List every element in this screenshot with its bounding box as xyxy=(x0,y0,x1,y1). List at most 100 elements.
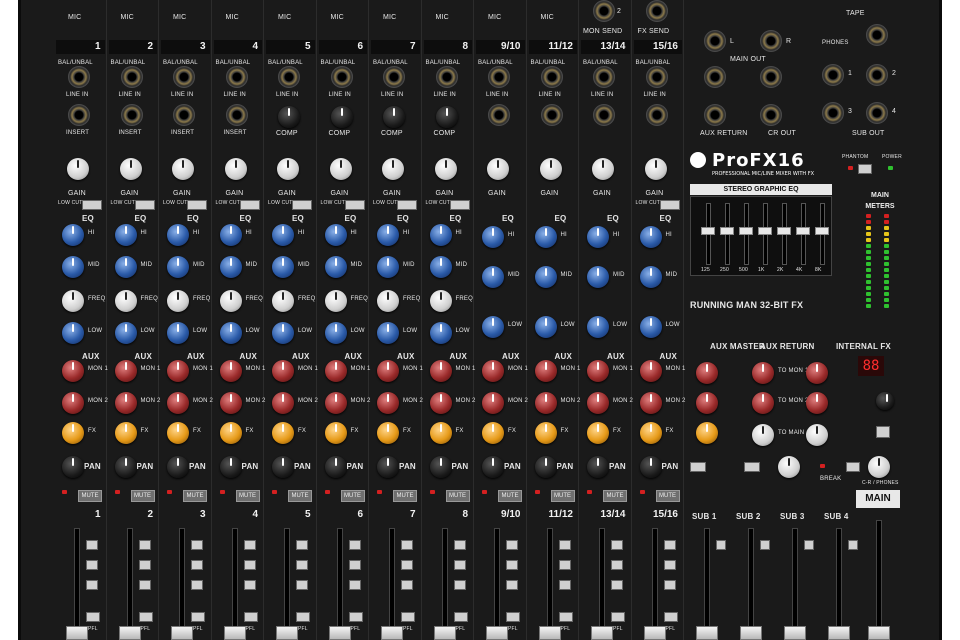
eq-hi-knob[interactable] xyxy=(272,224,294,246)
eq-mid-knob[interactable] xyxy=(62,256,84,278)
cr-out-jack[interactable] xyxy=(704,104,726,126)
low-cut-button[interactable] xyxy=(449,200,470,210)
eq-hi-knob[interactable] xyxy=(377,224,399,246)
pfl-solo-button[interactable] xyxy=(243,612,258,622)
mute-button[interactable]: MUTE xyxy=(78,490,102,502)
sub-out-jack[interactable] xyxy=(866,102,888,124)
comp-knob[interactable] xyxy=(435,106,458,128)
mon1-knob[interactable] xyxy=(324,360,347,382)
lr-assign-button[interactable] xyxy=(296,540,308,550)
pan-knob[interactable] xyxy=(482,456,504,478)
eq-freq-knob[interactable] xyxy=(324,290,347,312)
mon1-knob[interactable] xyxy=(62,360,84,382)
gain-knob[interactable] xyxy=(382,158,404,180)
mon1-knob[interactable] xyxy=(639,360,662,382)
fx-knob[interactable] xyxy=(114,422,137,444)
channel-fader[interactable] xyxy=(591,626,613,640)
sub-34-assign-button[interactable] xyxy=(453,580,466,590)
lr-assign-button[interactable] xyxy=(86,540,98,550)
mute-button[interactable]: MUTE xyxy=(130,490,155,502)
channel-fader[interactable] xyxy=(486,626,508,640)
pan-knob[interactable] xyxy=(62,456,84,478)
tape-to-main-button[interactable] xyxy=(744,462,760,472)
mon2-knob[interactable] xyxy=(219,392,242,414)
pfl-solo-button[interactable] xyxy=(296,612,310,622)
break-button[interactable] xyxy=(846,462,860,472)
pfl-solo-button[interactable] xyxy=(348,612,363,622)
mon2-knob[interactable] xyxy=(534,392,557,414)
lr-assign-button[interactable] xyxy=(453,540,466,550)
line-in-right-jack[interactable] xyxy=(593,104,615,126)
pan-knob[interactable] xyxy=(639,456,662,478)
gain-knob[interactable] xyxy=(67,158,89,180)
eq-hi-knob[interactable] xyxy=(639,226,662,248)
eq-hi-knob[interactable] xyxy=(482,226,504,248)
pan-knob[interactable] xyxy=(272,456,294,478)
mute-button[interactable]: MUTE xyxy=(550,490,575,502)
low-cut-button[interactable] xyxy=(292,200,312,210)
eq-hi-knob[interactable] xyxy=(114,224,137,246)
gain-knob[interactable] xyxy=(329,158,352,180)
pan-knob[interactable] xyxy=(219,456,242,478)
fx-knob[interactable] xyxy=(639,422,662,444)
line-in-jack[interactable] xyxy=(173,66,195,88)
pan-knob[interactable] xyxy=(377,456,399,478)
fx-to-main-knob[interactable] xyxy=(806,424,828,446)
pan-knob[interactable] xyxy=(167,456,189,478)
lr-assign-button[interactable] xyxy=(401,540,413,550)
sub-34-assign-button[interactable] xyxy=(663,580,676,590)
mon2-knob[interactable] xyxy=(324,392,347,414)
line-in-jack[interactable] xyxy=(278,66,300,88)
mon1-knob[interactable] xyxy=(167,360,189,382)
eq-mid-knob[interactable] xyxy=(167,256,189,278)
eq-hi-knob[interactable] xyxy=(167,224,189,246)
gain-knob[interactable] xyxy=(172,158,194,180)
eq-low-knob[interactable] xyxy=(587,316,609,338)
mute-button[interactable]: MUTE xyxy=(445,490,470,502)
eq-hi-knob[interactable] xyxy=(324,224,347,246)
eq-low-knob[interactable] xyxy=(534,316,557,338)
insert-jack[interactable] xyxy=(173,104,195,126)
sub-34-assign-button[interactable] xyxy=(611,580,623,590)
sub-out-jack[interactable] xyxy=(822,102,844,124)
line-in-jack[interactable] xyxy=(645,66,668,88)
fx-knob[interactable] xyxy=(377,422,399,444)
fx-knob[interactable] xyxy=(324,422,347,444)
aux-master-fx-knob[interactable] xyxy=(696,422,718,444)
mute-button[interactable]: MUTE xyxy=(288,490,312,502)
sub-12-assign-button[interactable] xyxy=(401,560,413,570)
mon2-knob[interactable] xyxy=(587,392,609,414)
sub-out-jack[interactable] xyxy=(866,64,888,86)
lr-assign-button[interactable] xyxy=(611,540,623,550)
sub-12-assign-button[interactable] xyxy=(138,560,151,570)
eq-mid-knob[interactable] xyxy=(482,266,504,288)
low-cut-button[interactable] xyxy=(344,200,365,210)
sub-out-jack[interactable] xyxy=(822,64,844,86)
cr-out-jack[interactable] xyxy=(760,104,782,126)
comp-knob[interactable] xyxy=(383,106,405,128)
tape-level-knob[interactable] xyxy=(778,456,800,478)
eq-mid-knob[interactable] xyxy=(219,256,242,278)
eq-hi-knob[interactable] xyxy=(429,224,452,246)
sub-34-assign-button[interactable] xyxy=(401,580,413,590)
pan-knob[interactable] xyxy=(429,456,452,478)
aux-return-main-knob[interactable] xyxy=(752,424,774,446)
insert-jack[interactable] xyxy=(68,104,90,126)
fx-knob[interactable] xyxy=(219,422,242,444)
line-in-jack[interactable] xyxy=(435,66,458,88)
aux-master-mon2-knob[interactable] xyxy=(696,392,718,414)
fx-knob[interactable] xyxy=(587,422,609,444)
channel-fader[interactable] xyxy=(433,626,456,640)
line-in-jack[interactable] xyxy=(68,66,90,88)
pan-knob[interactable] xyxy=(534,456,557,478)
fx-select-knob[interactable] xyxy=(876,392,894,410)
fx-knob[interactable] xyxy=(429,422,452,444)
channel-fader[interactable] xyxy=(223,626,246,640)
eq-mid-knob[interactable] xyxy=(377,256,399,278)
sub-fader[interactable] xyxy=(828,626,850,640)
eq-mid-knob[interactable] xyxy=(534,266,557,288)
low-cut-button[interactable] xyxy=(187,200,207,210)
insert-jack[interactable] xyxy=(225,104,248,126)
eq-mid-knob[interactable] xyxy=(639,266,662,288)
eq-freq-knob[interactable] xyxy=(272,290,294,312)
